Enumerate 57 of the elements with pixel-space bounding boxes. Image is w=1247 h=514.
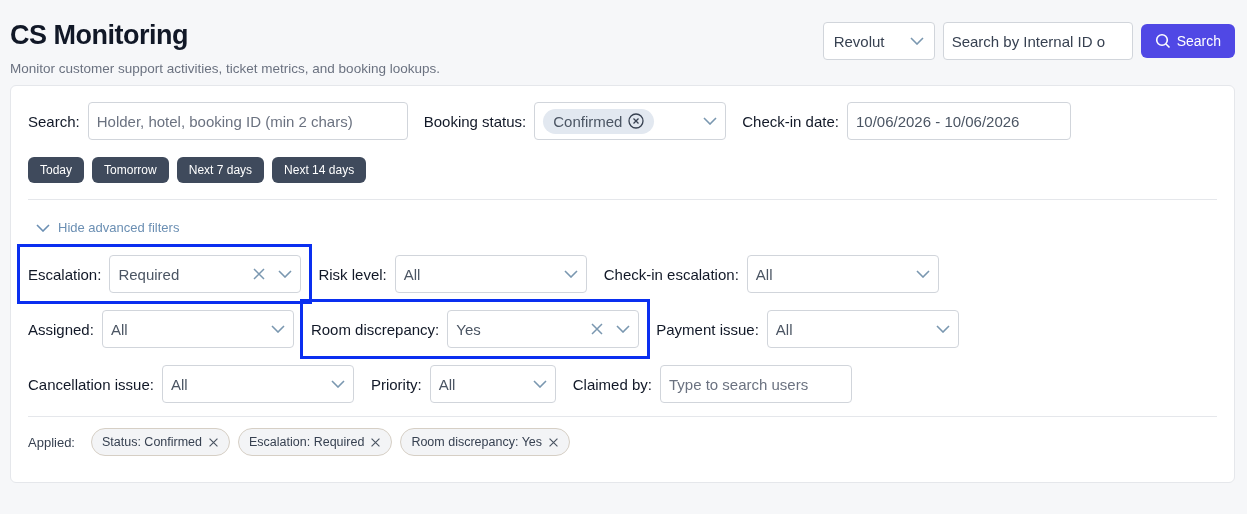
field-label: Escalation: [28, 265, 102, 283]
text-field[interactable]: Type to search users [659, 365, 852, 403]
page-title: CS Monitoring [10, 19, 189, 52]
select-field[interactable]: Required [109, 255, 302, 293]
chevron-down-icon [270, 325, 285, 333]
search-button[interactable]: Search [1140, 24, 1235, 58]
search-icon [1154, 33, 1171, 49]
provider-select[interactable]: Revolut [822, 22, 935, 60]
select-field[interactable]: All [161, 365, 354, 403]
field-label: Claimed by: [572, 375, 652, 393]
field-label: Booking status: [423, 112, 527, 130]
chevron-down-icon [36, 223, 50, 232]
chevron-down-icon [563, 270, 578, 278]
applied-filter-chip[interactable]: Room discrepancy: Yes [400, 428, 571, 456]
status-tag: Confirmed [543, 108, 655, 134]
chevron-down-icon [616, 325, 631, 333]
date-range-field[interactable]: 10/06/2026 - 10/06/2026 [847, 102, 1071, 140]
advanced-filters-toggle[interactable]: Hide advanced filters [36, 220, 180, 235]
field-label: Search: [28, 112, 80, 130]
chevron-down-icon [915, 270, 930, 278]
field-label: Check-in date: [742, 112, 839, 130]
field-label: Check-in escalation: [603, 265, 739, 283]
multi-select-field[interactable]: Confirmed [534, 102, 727, 140]
field-label: Assigned: [28, 320, 94, 338]
applied-filter-chip[interactable]: Escalation: Required [238, 428, 393, 456]
applied-filter-chip[interactable]: Status: Confirmed [91, 428, 231, 456]
quick-range-button[interactable]: Tomorrow [92, 157, 169, 183]
chevron-down-icon [935, 325, 950, 333]
page-subtitle: Monitor customer support activities, ticket metrics, and booking lookups. [10, 61, 440, 77]
remove-icon[interactable] [370, 436, 382, 448]
remove-icon[interactable] [208, 436, 220, 448]
clear-icon[interactable] [590, 322, 605, 336]
text-field[interactable]: Holder, hotel, booking ID (min 2 chars) [87, 102, 408, 140]
select-field[interactable]: All [766, 310, 959, 348]
chevron-down-icon [278, 270, 293, 278]
select-field[interactable]: All [101, 310, 294, 348]
field-label: Risk level: [318, 265, 387, 283]
quick-range-button[interactable]: Today [28, 157, 85, 183]
field-label: Cancellation issue: [28, 375, 154, 393]
field-label: Room discrepancy: [310, 320, 440, 338]
clear-icon[interactable] [252, 267, 267, 281]
chevron-down-icon [532, 380, 547, 388]
select-field[interactable]: All [746, 255, 939, 293]
remove-icon[interactable] [548, 436, 560, 448]
select-field[interactable]: Yes [447, 310, 640, 348]
field-label: Payment issue: [656, 320, 759, 338]
chevron-down-icon [909, 37, 924, 45]
chevron-down-icon [703, 117, 718, 125]
quick-range-button[interactable]: Next 7 days [176, 157, 265, 183]
field-label: Priority: [370, 375, 422, 393]
quick-range-button[interactable]: Next 14 days [272, 157, 367, 183]
remove-icon[interactable] [628, 113, 645, 129]
select-field[interactable]: All [394, 255, 587, 293]
search-field[interactable]: Search by Internal ID o [942, 22, 1133, 60]
applied-label: Applied: [28, 434, 75, 450]
chevron-down-icon [330, 380, 345, 388]
select-field[interactable]: All [429, 365, 556, 403]
